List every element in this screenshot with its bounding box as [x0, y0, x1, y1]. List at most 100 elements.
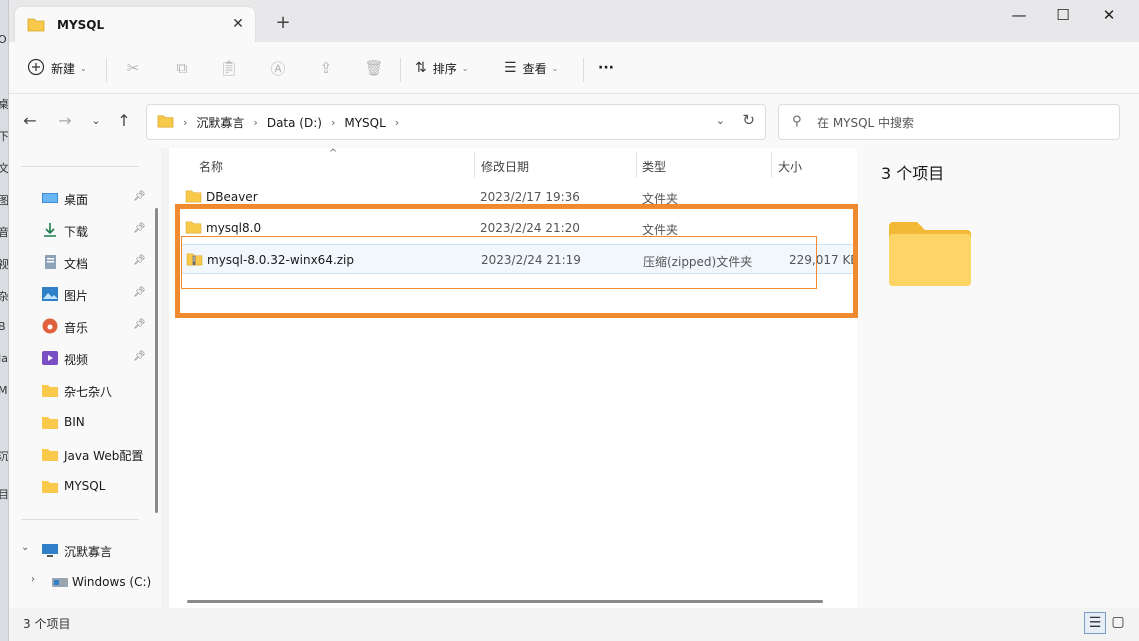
trash-icon: 🗑︎	[364, 59, 384, 77]
chevron-down-icon[interactable]: ⌄	[21, 542, 29, 553]
pin-icon: 📌︎	[133, 191, 146, 202]
forward-button[interactable]: →	[52, 110, 78, 134]
sidebar-item-desktop[interactable]: 桌面 📌︎	[9, 184, 155, 212]
sidebar-item-label: 桌面	[64, 193, 89, 207]
folder-icon	[41, 382, 59, 398]
breadcrumb-item[interactable]: 沉默寡言	[196, 114, 244, 131]
close-tab-icon[interactable]: ✕	[227, 13, 249, 35]
back-button[interactable]: ←	[17, 110, 43, 134]
column-separator[interactable]	[771, 152, 772, 178]
status-item-count: 3 个项目	[23, 617, 71, 631]
rename-button[interactable]: Ⓐ	[266, 54, 290, 82]
sort-button[interactable]: ⇅ 排序 ⌄	[415, 54, 468, 82]
download-icon	[41, 222, 59, 238]
breadcrumb-item[interactable]: MYSQL	[344, 116, 385, 130]
sidebar-scrollbar[interactable]	[155, 208, 158, 513]
new-label: 新建	[51, 61, 76, 76]
separator	[583, 58, 584, 82]
status-bar: 3 个项目 ☰ ▢	[9, 608, 1139, 641]
recent-locations-button[interactable]: ⌄	[83, 110, 109, 134]
column-header-size[interactable]: 大小	[778, 158, 802, 175]
new-button[interactable]: 新建 ⌄	[27, 54, 87, 82]
edge-glyph: B	[0, 320, 6, 333]
up-button[interactable]: ↑	[111, 110, 137, 134]
clipboard-icon: 📋︎	[219, 59, 239, 77]
chevron-down-icon[interactable]: ⌄	[716, 114, 725, 127]
divider	[21, 519, 139, 520]
sidebar-item-label: Java Web配置	[64, 449, 144, 463]
share-button[interactable]: ⇪	[314, 54, 338, 82]
edge-glyph: Ja	[0, 352, 8, 365]
refresh-icon[interactable]: ↻	[742, 111, 755, 129]
sidebar-item-label: Windows (C:)	[72, 575, 152, 589]
details-view-button[interactable]: ☰	[1084, 612, 1106, 634]
minimize-button[interactable]: —	[996, 0, 1042, 32]
picture-icon	[41, 286, 59, 302]
folder-icon	[157, 114, 174, 131]
tiles-view-button[interactable]: ▢	[1107, 612, 1129, 634]
sidebar-item-label: 沉默寡言	[64, 545, 113, 559]
chevron-right-icon[interactable]: ›	[395, 116, 399, 129]
sidebar-item-bin[interactable]: BIN	[9, 408, 155, 436]
view-button[interactable]: ☰ 查看 ⌄	[504, 54, 558, 82]
file-name: DBeaver	[206, 190, 258, 204]
sidebar-item-videos[interactable]: 视频 📌︎	[9, 344, 155, 372]
sort-label: 排序	[432, 61, 457, 76]
file-date: 2023/2/17 19:36	[480, 190, 580, 204]
search-icon: ⚲	[792, 114, 802, 129]
new-tab-button[interactable]: +	[271, 12, 295, 36]
column-header-type[interactable]: 类型	[642, 158, 666, 175]
sidebar-item-java-web[interactable]: Java Web配置	[9, 440, 155, 468]
computer-icon	[41, 542, 59, 558]
sidebar-item-misc[interactable]: 杂七杂八	[9, 376, 155, 404]
sidebar-item-downloads[interactable]: 下载 📌︎	[9, 216, 155, 244]
chevron-right-icon[interactable]: ›	[253, 116, 257, 129]
sidebar-item-label: BIN	[64, 415, 85, 429]
search-input[interactable]	[817, 113, 1107, 133]
delete-button[interactable]: 🗑︎	[362, 54, 386, 82]
tab-title: MYSQL	[57, 18, 105, 32]
sidebar-item-documents[interactable]: 文档 📌︎	[9, 248, 155, 276]
paste-button[interactable]: 📋︎	[217, 54, 241, 82]
copy-button[interactable]: ⧉	[170, 54, 194, 82]
document-icon	[41, 254, 59, 270]
sidebar-item-pictures[interactable]: 图片 📌︎	[9, 280, 155, 308]
pin-icon: 📌︎	[133, 255, 146, 266]
command-bar: 新建 ⌄ ✂ ⧉ 📋︎ Ⓐ ⇪ 🗑︎ ⇅ 排序 ⌄ ☰ 查看 ⌄ ···	[9, 42, 1139, 94]
more-options-button[interactable]: ···	[598, 54, 614, 82]
chevron-right-icon[interactable]: ›	[331, 116, 335, 129]
file-explorer-window: MYSQL ✕ + — ☐ ✕ 新建 ⌄ ✂ ⧉ 📋︎ Ⓐ ⇪ 🗑︎ ⇅ 排序 …	[8, 0, 1139, 641]
close-window-button[interactable]: ✕	[1086, 0, 1132, 32]
music-icon	[41, 318, 59, 334]
tab-mysql[interactable]: MYSQL ✕	[14, 6, 256, 42]
chevron-right-icon[interactable]: ›	[31, 574, 35, 585]
column-header-name[interactable]: 名称	[199, 158, 223, 175]
pin-icon: 📌︎	[133, 287, 146, 298]
sort-ascending-icon: ^	[329, 148, 338, 159]
chevron-right-icon: ›	[183, 116, 188, 129]
divider	[21, 166, 139, 167]
search-box[interactable]: ⚲	[778, 104, 1120, 140]
sidebar-item-music[interactable]: 音乐 📌︎	[9, 312, 155, 340]
breadcrumb-item[interactable]: Data (D:)	[267, 116, 322, 130]
column-header-date[interactable]: 修改日期	[481, 158, 529, 175]
sidebar-item-this-pc[interactable]: ⌄ 沉默寡言	[9, 536, 155, 564]
sidebar-item-mysql[interactable]: MYSQL	[9, 472, 155, 500]
sidebar-item-label: 下载	[64, 225, 89, 239]
highlight-box-inner	[181, 236, 817, 289]
horizontal-scrollbar[interactable]	[187, 600, 823, 603]
folder-icon	[41, 414, 59, 430]
address-bar[interactable]: › 沉默寡言 › Data (D:) › MYSQL › ⌄ ↻	[146, 104, 766, 140]
column-separator[interactable]	[636, 152, 637, 178]
item-count: 3 个项目	[881, 164, 945, 183]
pin-icon: 📌︎	[133, 351, 146, 362]
maximize-button[interactable]: ☐	[1040, 0, 1086, 32]
view-lines-icon: ☰	[504, 60, 517, 76]
column-separator[interactable]	[474, 152, 475, 178]
sidebar-item-drive-c[interactable]: › Windows (C:)	[9, 568, 155, 596]
cut-button[interactable]: ✂	[121, 54, 145, 82]
edge-glyph: M	[0, 384, 8, 397]
video-icon	[41, 350, 59, 366]
sidebar-item-label: 图片	[64, 289, 89, 303]
copy-icon: ⧉	[176, 59, 188, 77]
